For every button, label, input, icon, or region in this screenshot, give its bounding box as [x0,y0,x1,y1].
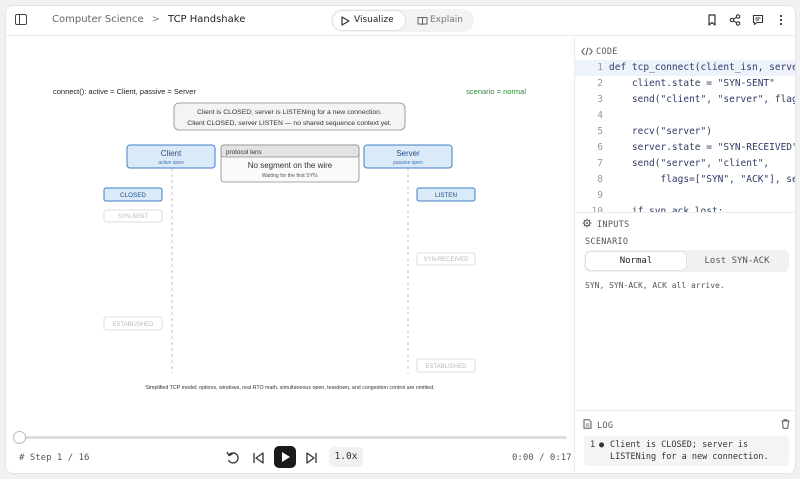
line-number: 6 [597,142,603,153]
protocol-lens-sub: Waiting for the first SYN. [262,173,319,179]
server-state-established-label: ESTABLISHED [426,364,468,370]
client-state-syn-sent-label: SYN-SENT [118,214,149,220]
time-display: 0:00 / 0:17 [512,453,572,463]
breadcrumb-section[interactable]: Computer Science [52,14,144,25]
explain-label: Explain [430,15,463,25]
log-entry: 1 ● Client is CLOSED; server is LISTENin… [584,436,789,466]
speed-button[interactable]: 1.0x [329,447,363,467]
explain-tab[interactable]: Explain [409,11,471,30]
play-outline-icon [341,16,350,26]
server-subtitle: passive open [393,160,423,166]
client-subtitle: active open [158,160,184,166]
play-button[interactable] [274,446,296,468]
code-line: 5 recv("server") [575,124,795,140]
breadcrumb: Computer Science > TCP Handshake [52,14,245,25]
line-number: 8 [597,174,603,185]
mode-toggle: Visualize Explain [331,9,474,32]
step-back-icon[interactable] [248,448,268,468]
line-number: 1 [597,62,603,73]
code-line: 10 if syn_ack_lost: [575,204,795,212]
code-text: recv("server") [609,126,712,137]
diagram-caption: connect(): active = Client, passive = Se… [53,87,196,96]
scenario-label: scenario = normal [466,87,526,96]
step-forward-icon[interactable] [302,448,322,468]
sidebar-toggle-icon[interactable] [15,14,27,25]
status-line-1: Client is CLOSED; server is LISTENing fo… [197,109,382,116]
diagram-footnote: Simplified TCP model; options, windows, … [145,385,434,391]
log-entry-text-1: Client is CLOSED; server is [610,440,749,450]
line-number: 3 [597,94,603,105]
header-actions [706,14,787,26]
code-line: 1 def tcp_connect(client_isn, server [575,60,796,76]
more-vertical-icon[interactable] [775,14,787,26]
line-number: 9 [597,190,603,201]
breadcrumb-separator: > [151,14,161,25]
app-window: Computer Science > TCP Handshake Visualize… [5,5,796,474]
code-line: 4 [575,108,795,124]
code-line: 3 send("client", "server", flags [575,92,796,108]
scenario-option-lost-syn-ack[interactable]: Lost SYN-ACK [687,252,787,270]
top-bar: Computer Science > TCP Handshake Visualize… [6,6,795,36]
line-number: 10 [591,206,603,212]
scenario-option-normal[interactable]: Normal [586,252,686,270]
line-number: 2 [597,78,603,89]
divider[interactable] [575,410,795,411]
progress-thumb[interactable] [13,431,26,444]
log-bullet: ● [599,440,605,450]
bookmark-icon[interactable] [706,14,718,26]
scenario-selector: Normal Lost SYN-ACK [584,250,789,272]
scenario-label: SCENARIO [585,237,629,247]
line-number: 7 [597,158,603,169]
client-title: Client [161,149,182,158]
code-line: 6 server.state = "SYN-RECEIVED" [575,140,796,156]
code-text: server.state = "SYN-RECEIVED" [609,142,796,153]
code-line: 7 send("server", "client", [575,156,795,172]
comment-icon[interactable] [752,14,764,26]
log-entry-text-2: LISTENing for a new connection. [610,452,769,462]
log-section-title: LOG [597,421,614,431]
step-counter: # Step 1 / 16 [19,453,90,463]
code-text: flags=["SYN", "ACK"], seq [609,174,796,185]
side-panel: CODE 1 def tcp_connect(client_isn, server… [574,37,796,473]
visualization-canvas: connect(): active = Client, passive = Se… [6,37,574,427]
code-line: 8 flags=["SYN", "ACK"], seq [575,172,796,188]
inputs-section-title: INPUTS [597,220,630,230]
code-text: send("server", "client", [609,158,770,169]
share-icon[interactable] [729,14,741,26]
document-icon [583,419,592,429]
server-title: Server [396,149,420,158]
code-line: 9 [575,188,795,204]
client-state-established-label: ESTABLISHED [113,322,155,328]
code-text: send("client", "server", flags [609,94,796,105]
line-number: 5 [597,126,603,137]
line-number: 4 [597,110,603,121]
client-state-closed-label: CLOSED [120,192,146,199]
restart-icon[interactable] [223,448,243,468]
scenario-description: SYN, SYN-ACK, ACK all arrive. [585,281,725,290]
breadcrumb-current: TCP Handshake [168,14,246,25]
playback-bar: # Step 1 / 16 1.0x 0:00 / 0:17 [6,427,574,473]
code-text: if syn_ack_lost: [609,206,724,212]
status-line-2: Client CLOSED, server LISTEN — no shared… [187,120,391,127]
code-text: client.state = "SYN-SENT" [609,78,775,89]
protocol-lens-main: No segment on the wire [248,161,333,170]
protocol-lens-title: protocol lens [226,149,262,156]
code-line: 2 client.state = "SYN-SENT" [575,76,795,92]
log-entry-number: 1 [590,440,596,450]
book-icon [417,17,428,26]
code-section-title: CODE [596,47,618,57]
divider[interactable] [575,212,795,213]
progress-track[interactable] [19,436,567,439]
server-state-syn-received-label: SYN-RECEIVED [423,257,469,263]
visualize-label: Visualize [354,15,394,25]
trash-icon[interactable] [781,419,790,429]
server-state-listen-label: LISTEN [435,192,457,199]
code-icon [581,47,593,56]
code-text: def tcp_connect(client_isn, server [609,62,796,73]
visualize-tab[interactable]: Visualize [333,11,405,30]
code-editor[interactable]: 1 def tcp_connect(client_isn, server 2 cl… [575,57,796,212]
gear-icon [582,218,592,228]
